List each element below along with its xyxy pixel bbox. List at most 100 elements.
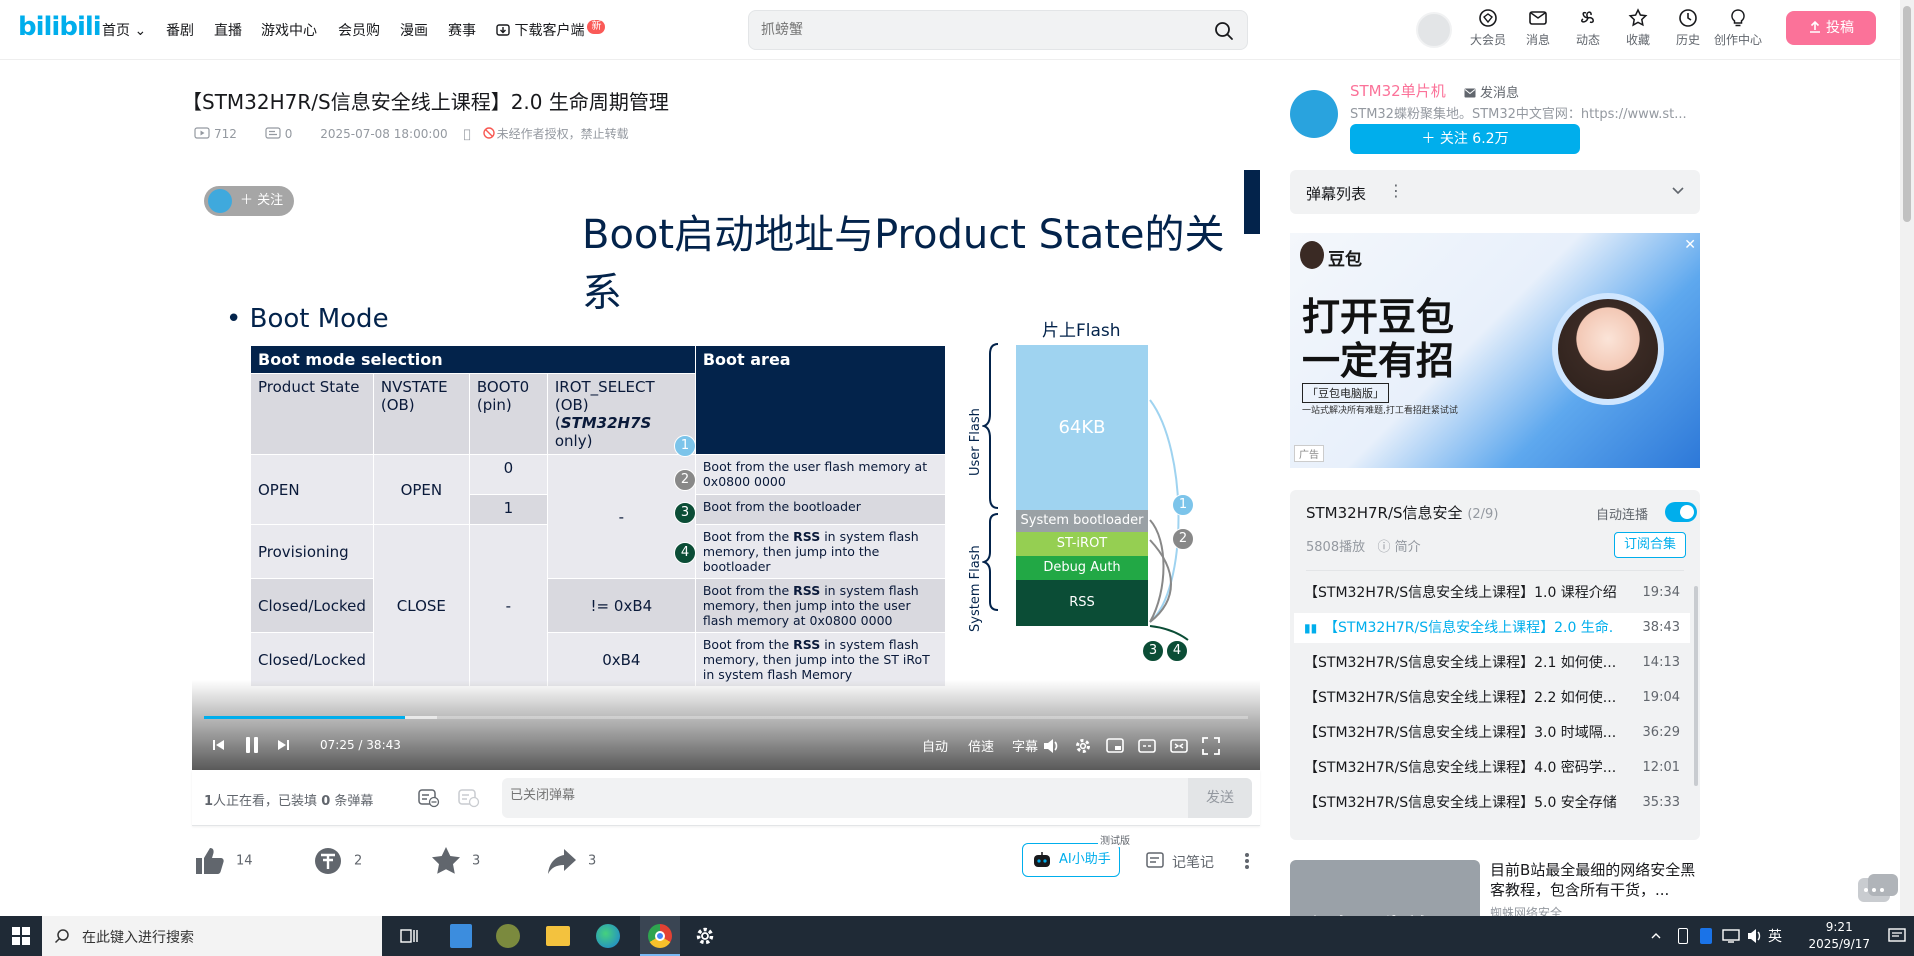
creator-center-link[interactable]: 创作中心 [1710, 8, 1766, 48]
settings-icon[interactable] [1074, 737, 1092, 755]
more-vertical-icon[interactable]: ⋮ [1388, 181, 1404, 200]
usb-icon[interactable] [1678, 928, 1688, 944]
file-explorer-icon[interactable] [546, 926, 570, 946]
controls-overlay [192, 680, 1260, 770]
recommend-title[interactable]: 目前B站最全最细的网络安全黑客教程，包含所有干货，... [1490, 860, 1700, 900]
take-note-button[interactable]: 记笔记 [1146, 852, 1214, 872]
danmaku-list-panel[interactable]: 弹幕列表 ⋮ [1290, 170, 1700, 214]
edge-browser-icon[interactable] [596, 924, 620, 948]
customer-service-icon[interactable] [1856, 872, 1900, 912]
notification-icon[interactable] [1888, 928, 1906, 944]
system-clock[interactable]: 9:21 2025/9/17 [1808, 919, 1870, 953]
nav-home[interactable]: 首页 ⌄ [102, 20, 146, 40]
volume-icon[interactable] [1042, 738, 1060, 754]
speed-button[interactable]: 倍速 [968, 736, 994, 755]
page-scrollbar[interactable] [1900, 0, 1914, 916]
cell-area-2: Boot from the bootloader [694, 494, 946, 525]
prev-icon[interactable] [212, 738, 226, 752]
playlist-meta: 5808播放 ⓘ 简介 [1306, 540, 1421, 555]
send-danmaku-button[interactable]: 发送 [1188, 778, 1252, 818]
subscribe-collection-button[interactable]: 订阅合集 [1614, 532, 1686, 558]
nav-anime[interactable]: 番剧 [166, 20, 194, 40]
web-fullscreen-icon[interactable] [1170, 738, 1188, 754]
next-icon[interactable] [276, 738, 290, 752]
calculator-app-icon[interactable] [450, 924, 472, 948]
playlist-item[interactable]: 【STM32H7R/S信息安全线上课程】2.2 如何使... 19:04 [1304, 683, 1680, 713]
network-icon[interactable] [1722, 928, 1740, 944]
favorite-button[interactable]: 3 [430, 846, 480, 876]
nav-esports[interactable]: 赛事 [448, 20, 476, 40]
playlist-item[interactable]: 【STM32H7R/S信息安全线上课程】3.0 时域隔... 36:29 [1304, 718, 1680, 748]
speaker-icon[interactable] [1746, 928, 1764, 944]
tray-app-icon[interactable] [1700, 928, 1712, 944]
danmaku-input[interactable] [510, 788, 1110, 803]
close-icon[interactable]: ✕ [1684, 237, 1696, 253]
pause-icon[interactable] [244, 736, 260, 754]
favorites-link[interactable]: 收藏 [1610, 8, 1666, 48]
share-button[interactable]: 3 [546, 846, 596, 876]
fullscreen-icon[interactable] [1202, 737, 1220, 755]
player-follow-button[interactable]: ＋ 关注 [204, 186, 294, 216]
follow-uploader-button[interactable]: ＋ 关注 6.2万 [1350, 124, 1580, 154]
subtitle-button[interactable]: 字幕 [1012, 736, 1038, 755]
settings-gear-icon[interactable] [694, 925, 716, 947]
mail-icon [1464, 88, 1476, 98]
taskbar-search[interactable]: 在此键入进行搜索 [42, 916, 382, 956]
task-view-icon[interactable] [400, 927, 420, 945]
ime-indicator[interactable]: 英 [1768, 926, 1782, 946]
info-icon[interactable]: ⓘ 简介 [1378, 540, 1421, 555]
user-avatar[interactable] [1416, 12, 1452, 48]
autoplay-toggle[interactable] [1665, 502, 1697, 522]
ai-assistant-button[interactable]: AI小助手 [1022, 843, 1120, 877]
paint-app-icon[interactable] [496, 924, 520, 948]
search-input[interactable] [761, 20, 1201, 40]
playlist-scrollbar[interactable] [1694, 586, 1698, 786]
like-button[interactable]: 14 [194, 846, 253, 876]
cell-state-open: OPEN [250, 454, 374, 525]
bilibili-logo[interactable]: bilibili [18, 12, 102, 42]
playlist-title[interactable]: STM32H7R/S信息安全 (2/9) [1306, 502, 1498, 523]
widescreen-icon[interactable] [1138, 738, 1156, 754]
flash-marker-2: 2 [1172, 528, 1194, 550]
playlist-item[interactable]: 【STM32H7R/S信息安全线上课程】4.0 密码学... 12:01 [1304, 753, 1680, 783]
history-link[interactable]: 历史 [1660, 8, 1716, 48]
send-message-link[interactable]: 发消息 [1464, 82, 1519, 101]
cell-state-provisioning: Provisioning [250, 524, 374, 579]
playlist-item[interactable]: 【STM32H7R/S信息安全线上课程】5.0 安全存储 35:33 [1304, 788, 1680, 818]
danmaku-toggle-icon[interactable] [418, 788, 440, 808]
coin-button[interactable]: 2 [312, 846, 362, 876]
danmaku-icon [265, 127, 281, 139]
upload-button[interactable]: 投稿 [1786, 11, 1876, 45]
nav-download-client[interactable]: 下载客户端新 [496, 20, 606, 40]
lightbulb-icon [1731, 9, 1745, 27]
windows-start-icon[interactable] [12, 927, 30, 945]
messages-link[interactable]: 消息 [1510, 8, 1566, 48]
vip-link[interactable]: 大会员 [1460, 8, 1516, 48]
search-icon[interactable] [1213, 20, 1235, 42]
chrome-taskbar-button[interactable] [640, 916, 680, 956]
nav-game-center[interactable]: 游戏中心 [261, 20, 317, 40]
time-display: 07:25 / 38:43 [320, 738, 401, 752]
thumbs-up-icon [196, 848, 224, 874]
nav-live[interactable]: 直播 [214, 20, 242, 40]
uploader-name[interactable]: STM32单片机 [1350, 80, 1446, 101]
tray-chevron-up-icon[interactable] [1650, 930, 1662, 942]
danmaku-settings-icon[interactable] [458, 788, 480, 808]
quality-button[interactable]: 自动 [922, 736, 948, 755]
chevron-down-icon[interactable] [1672, 186, 1684, 196]
video-player[interactable]: ＋ 关注 Boot启动地址与Product State的关系 • Boot Mo… [192, 170, 1260, 770]
flash-system-bootloader: System bootloader [1016, 510, 1148, 532]
flash-marker-1: 1 [1172, 494, 1194, 516]
more-actions-icon[interactable] [1244, 852, 1250, 870]
pip-icon[interactable] [1106, 738, 1124, 754]
uploader-avatar[interactable] [1290, 90, 1338, 138]
ad-banner[interactable]: 豆包 打开豆包一定有招 「豆包电脑版」 一站式解决所有难题,打工看招赶紧试试 广… [1290, 233, 1700, 468]
playlist-item[interactable]: 【STM32H7R/S信息安全线上课程】2.1 如何使... 14:13 [1304, 648, 1680, 678]
nav-shop[interactable]: 会员购 [338, 20, 380, 40]
playlist-item[interactable]: 【STM32H7R/S信息安全线上课程】1.0 课程介绍 19:34 [1304, 578, 1680, 608]
no-repost-icon [482, 127, 495, 139]
doubao-avatar [1300, 241, 1324, 269]
playlist-item-active[interactable]: ▮▮ 【STM32H7R/S信息安全线上课程】2.0 生命... 38:43 [1294, 613, 1690, 643]
dynamics-link[interactable]: 动态 [1560, 8, 1616, 48]
nav-manga[interactable]: 漫画 [400, 20, 428, 40]
